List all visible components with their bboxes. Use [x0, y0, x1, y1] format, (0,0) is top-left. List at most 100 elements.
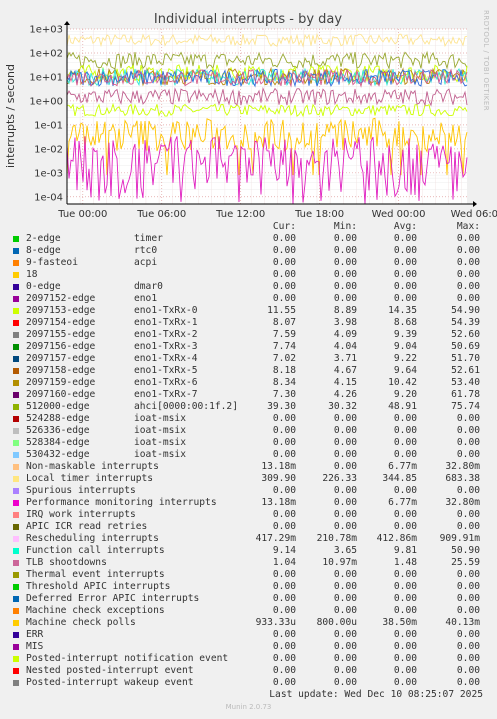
legend-row: Posted-interrupt notification event 0.00 0… — [0, 653, 497, 665]
legend-name: 2097156-edge — [26, 341, 96, 352]
legend-max: 683.38 — [445, 473, 480, 484]
legend-avg: 0.00 — [393, 665, 417, 676]
legend-name: Posted-interrupt wakeup event — [26, 677, 194, 688]
legend-subname: eno1-TxRx-1 — [134, 317, 198, 328]
legend-cur: 0.00 — [272, 653, 296, 664]
x-tick-label: Wed 06:00 — [451, 209, 497, 220]
legend-max: 0.00 — [456, 257, 480, 268]
legend-row: 2097152-edge eno1 0.00 0.00 0.00 0.00 — [0, 293, 497, 305]
legend-cur: 0.00 — [272, 437, 296, 448]
legend-min: 0.00 — [333, 677, 357, 688]
legend-avg: 0.00 — [393, 437, 417, 448]
legend-min: 4.09 — [333, 329, 357, 340]
legend-cur: 7.59 — [272, 329, 296, 340]
legend-name: IRQ work interrupts — [26, 509, 136, 520]
rrdtool-credit: RRDTOOL / TOBI OETIKER — [482, 10, 490, 111]
legend-min: 0.00 — [333, 293, 357, 304]
legend-cur: 0.00 — [272, 293, 296, 304]
legend-subname: eno1-TxRx-3 — [134, 341, 198, 352]
legend-row: ERR 0.00 0.00 0.00 0.00 — [0, 629, 497, 641]
legend-max: 75.74 — [451, 401, 480, 412]
legend-max: 0.00 — [456, 665, 480, 676]
legend-min: 0.00 — [333, 449, 357, 460]
legend-avg: 14.35 — [388, 305, 417, 316]
legend-row: Local timer interrupts 309.90 226.33 344.85… — [0, 473, 497, 485]
legend-min: 10.97m — [322, 557, 357, 568]
legend-min: 0.00 — [333, 665, 357, 676]
legend-row: Performance monitoring interrupts 13.18m 0… — [0, 497, 497, 509]
x-axis-arrow — [473, 201, 477, 207]
legend-avg: 0.00 — [393, 293, 417, 304]
legend-min: 3.98 — [333, 317, 357, 328]
legend-min: 0.00 — [333, 581, 357, 592]
legend-max: 0.00 — [456, 509, 480, 520]
legend-cur: 0.00 — [272, 509, 296, 520]
legend-max: 0.00 — [456, 521, 480, 532]
legend-row: 2097157-edge eno1-TxRx-4 7.02 3.71 9.22 51.70 — [0, 353, 497, 365]
legend-max: 52.60 — [451, 329, 480, 340]
legend-avg: 0.00 — [393, 605, 417, 616]
legend-max: 0.00 — [456, 233, 480, 244]
x-tick-label: Wed 00:00 — [372, 209, 426, 220]
legend-name: 2097159-edge — [26, 377, 96, 388]
x-tick-label: Tue 18:00 — [294, 209, 344, 220]
legend-name: 8-edge — [26, 245, 61, 256]
legend-avg: 0.00 — [393, 677, 417, 688]
legend-cur: 8.34 — [272, 377, 296, 388]
legend-name: Threshold APIC interrupts — [26, 581, 171, 592]
legend-swatch — [13, 416, 19, 422]
legend-cur: 0.00 — [272, 629, 296, 640]
legend-row: 530432-edge ioat-msix 0.00 0.00 0.00 0.00 — [0, 449, 497, 461]
y-tick-label: 1e+03 — [29, 25, 63, 36]
legend-min: 800.00u — [316, 617, 357, 628]
legend-max: 0.00 — [456, 641, 480, 652]
legend-cur: 0.00 — [272, 233, 296, 244]
legend-name: Rescheduling interrupts — [26, 533, 159, 544]
legend-avg: 0.00 — [393, 413, 417, 424]
legend-avg: 9.81 — [393, 545, 417, 556]
legend-min: 0.00 — [333, 641, 357, 652]
legend-swatch — [13, 260, 19, 266]
legend-row: 2097153-edge eno1-TxRx-0 11.55 8.89 14.35 54.… — [0, 305, 497, 317]
y-tick-label: 1e-02 — [34, 144, 63, 155]
legend-cur: 0.00 — [272, 521, 296, 532]
legend-max: 0.00 — [456, 569, 480, 580]
legend-avg: 9.64 — [393, 365, 417, 376]
x-tick-labels: Tue 00:00 Tue 06:00 Tue 12:00 Tue 18:00 Wed … — [57, 209, 497, 220]
legend-avg: 0.00 — [393, 449, 417, 460]
legend-avg: 0.00 — [393, 509, 417, 520]
legend-max: 909.91m — [439, 533, 480, 544]
legend-cur: 9.14 — [272, 545, 296, 556]
legend-max: 61.78 — [451, 389, 480, 400]
legend-cur: 0.00 — [272, 281, 296, 292]
legend-subname: ioat-msix — [134, 449, 186, 460]
legend-max: 32.80m — [445, 461, 480, 472]
legend-subname: timer — [134, 233, 163, 244]
legend-avg: 0.00 — [393, 521, 417, 532]
legend-avg: 48.91 — [388, 401, 417, 412]
legend-row: Machine check exceptions 0.00 0.00 0.00 0.00 — [0, 605, 497, 617]
legend-swatch — [13, 560, 19, 566]
legend-cur: 39.30 — [267, 401, 296, 412]
x-tick-label: Tue 06:00 — [136, 209, 186, 220]
legend-row: Threshold APIC interrupts 0.00 0.00 0.00 0.0… — [0, 581, 497, 593]
chart-title: Individual interrupts - by day — [154, 12, 342, 27]
legend-row: 512000-edge ahci[0000:00:1f.2] 39.30 30.32 4… — [0, 401, 497, 413]
legend-name: Function call interrupts — [26, 545, 165, 556]
legend-avg: 9.22 — [393, 353, 417, 364]
legend-name: 2097157-edge — [26, 353, 96, 364]
y-tick-label: 1e-03 — [34, 168, 63, 179]
legend-name: 18 — [26, 269, 38, 280]
legend-min: 3.71 — [333, 353, 357, 364]
legend-max: 0.00 — [456, 281, 480, 292]
legend-avg: 10.42 — [388, 377, 417, 388]
legend-name: 2-edge — [26, 233, 61, 244]
legend-swatch — [13, 356, 19, 362]
legend-cur: 11.55 — [267, 305, 296, 316]
legend-max: 0.00 — [456, 293, 480, 304]
legend-name: 528384-edge — [26, 437, 90, 448]
legend-row: 18 0.00 0.00 0.00 0.00 — [0, 269, 497, 281]
legend-row: Spurious interrupts 0.00 0.00 0.00 0.00 — [0, 485, 497, 497]
legend-row: 2097154-edge eno1-TxRx-1 8.07 3.98 8.68 54.39 — [0, 317, 497, 329]
legend-row: APIC ICR read retries 0.00 0.00 0.00 0.00 — [0, 521, 497, 533]
